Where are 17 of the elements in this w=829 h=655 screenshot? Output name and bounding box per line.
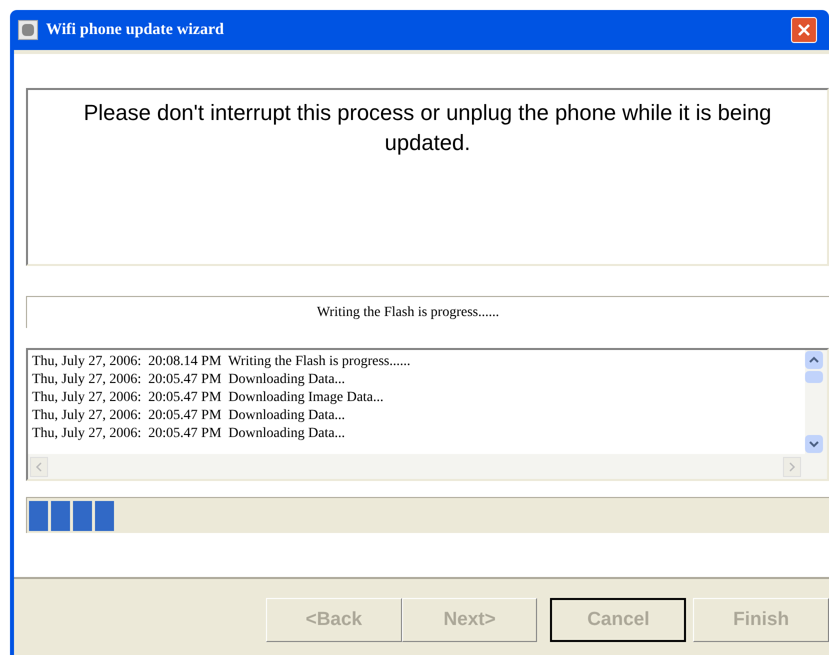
warning-message: Please don't interrupt this process or unplug the phone while it is being updated. xyxy=(82,99,772,157)
log-entry: Thu, July 27, 2006: 20:05.47 PM Downloading Data... xyxy=(32,425,346,443)
horizontal-scrollbar[interactable] xyxy=(28,454,827,479)
log-entry: Thu, July 27, 2006: 20:05.47 PM Downloading Data... xyxy=(32,407,346,425)
status-text: Writing the Flash is progress...... xyxy=(316,304,500,322)
app-icon xyxy=(18,20,38,40)
scroll-down-icon[interactable] xyxy=(805,435,823,453)
vertical-scrollbar[interactable] xyxy=(805,350,827,454)
scroll-up-icon[interactable] xyxy=(805,351,823,369)
log-entry: Thu, July 27, 2006: 20:05.47 PM Downloading Data... xyxy=(32,371,346,389)
scroll-left-icon[interactable] xyxy=(30,456,48,476)
close-button[interactable] xyxy=(791,17,817,43)
close-icon xyxy=(797,23,811,37)
window-title: Wifi phone update wizard xyxy=(46,20,225,40)
scroll-thumb[interactable] xyxy=(805,371,823,383)
log-entry: Thu, July 27, 2006: 20:05.47 PM Downloading Image Data... xyxy=(32,389,385,407)
log-entry: Thu, July 27, 2006: 20:08.14 PM Writing the Flash is progress...... xyxy=(32,353,412,371)
